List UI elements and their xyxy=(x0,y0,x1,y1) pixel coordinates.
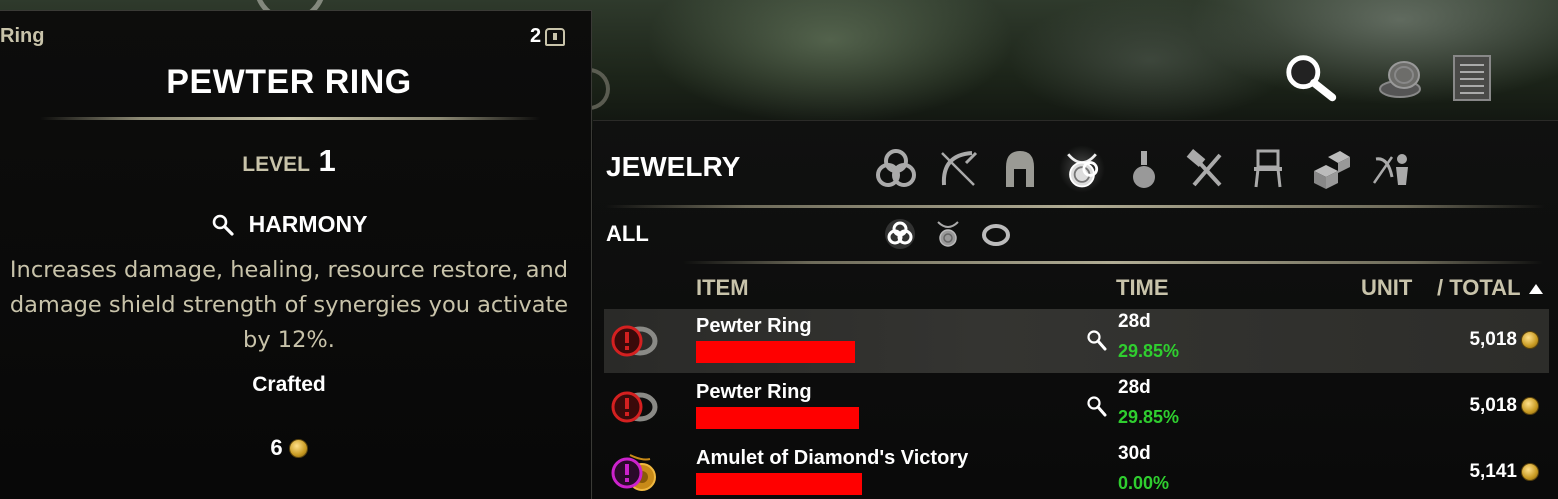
subcategory-necklace-button[interactable] xyxy=(931,217,965,251)
total-price-amount: 5,018 xyxy=(1469,329,1517,350)
research-magnifier-icon xyxy=(212,214,234,236)
companion-icon xyxy=(1372,154,1408,185)
trait-header: HARMONY xyxy=(0,211,578,238)
crafted-label: Crafted xyxy=(252,373,326,396)
time-remaining: 28d xyxy=(1118,311,1151,332)
item-level: LEVEL 1 xyxy=(0,143,578,179)
gold-coin-icon xyxy=(1521,331,1539,349)
total-price: 5,018 xyxy=(1469,395,1539,417)
subcategory-divider xyxy=(683,261,1543,264)
jewelry-icon xyxy=(1067,153,1099,188)
trait-name: HARMONY xyxy=(248,211,368,237)
gold-coin-icon xyxy=(1521,463,1539,481)
guild-store-panel: JEWELRY ALL ITEM TIME UNIT / TOTAL Pewte… xyxy=(593,120,1558,499)
subcategory-title: ALL xyxy=(606,221,649,246)
level-value: 1 xyxy=(318,143,336,178)
category-armor-button[interactable] xyxy=(997,145,1043,193)
sort-ascending-icon xyxy=(1528,284,1543,295)
listing-row[interactable]: Pewter Ring 28d 29.85% 5,018 xyxy=(604,375,1549,439)
title-divider xyxy=(40,117,540,120)
crafting-tools-icon xyxy=(1186,149,1222,187)
item-type: Ring xyxy=(0,25,45,47)
seller-name-redacted xyxy=(696,473,862,495)
item-name: Pewter Ring xyxy=(696,315,812,337)
listing-row[interactable]: Amulet of Diamond's Victory 30d 0.00% 5,… xyxy=(604,441,1549,499)
store-mode-bar xyxy=(1282,50,1512,110)
seller-name-redacted xyxy=(696,341,855,363)
item-title: PEWTER RING xyxy=(166,63,412,101)
item-tooltip: Ring 2 PEWTER RING LEVEL 1 HARMONY Incre… xyxy=(0,10,592,499)
percent-value: 29.85% xyxy=(1118,341,1180,361)
category-furnishing-button[interactable] xyxy=(1245,145,1291,193)
total-price-amount: 5,018 xyxy=(1469,395,1517,416)
ring-icon xyxy=(982,224,1010,246)
research-magnifier-icon xyxy=(1087,396,1107,417)
category-title: JEWELRY xyxy=(606,151,741,182)
level-label: LEVEL xyxy=(242,153,310,176)
sell-mode-button[interactable] xyxy=(1370,50,1430,106)
search-icon xyxy=(1286,55,1337,102)
all-items-icon xyxy=(876,149,916,187)
item-name: Pewter Ring xyxy=(696,381,812,403)
total-price: 5,141 xyxy=(1469,461,1539,483)
gold-coin-icon xyxy=(288,438,308,458)
subcategory-filter-bar xyxy=(883,217,1013,251)
subcategory-ring-button[interactable] xyxy=(979,217,1013,251)
research-magnifier-icon xyxy=(1087,330,1107,351)
amulet-warning-icon xyxy=(611,454,656,491)
crates-icon xyxy=(1314,151,1350,189)
item-value: 6 xyxy=(0,435,578,461)
seller-name-redacted xyxy=(696,407,859,429)
item-value-amount: 6 xyxy=(270,435,283,460)
helmet-icon xyxy=(1006,151,1034,187)
listings-icon xyxy=(1453,55,1491,101)
potion-icon xyxy=(1133,151,1155,188)
ring-warning-icon xyxy=(611,325,658,357)
stack-count-value: 2 xyxy=(530,25,542,47)
ring-warning-icon xyxy=(611,391,658,423)
column-time[interactable]: TIME xyxy=(1116,275,1169,301)
time-remaining: 28d xyxy=(1118,377,1151,398)
all-jewelry-icon xyxy=(885,219,915,249)
trait-description: Increases damage, healing, resource rest… xyxy=(9,257,569,353)
column-total-label: / TOTAL xyxy=(1437,275,1521,300)
category-divider xyxy=(605,205,1545,208)
column-unit[interactable]: UNIT xyxy=(1361,275,1412,301)
coin-stack-icon xyxy=(1379,61,1421,98)
gold-coin-icon xyxy=(1521,397,1539,415)
listings-mode-button[interactable] xyxy=(1442,50,1502,106)
listing-row[interactable]: Pewter Ring 28d 29.85% 5,018 xyxy=(604,309,1549,373)
time-remaining: 30d xyxy=(1118,443,1151,464)
category-weapons-button[interactable] xyxy=(935,145,981,193)
bank-chest-icon xyxy=(545,27,566,46)
stack-count: 2 xyxy=(530,25,566,48)
column-total[interactable]: / TOTAL xyxy=(1437,275,1543,301)
category-filter-bar xyxy=(873,145,1415,193)
subcategory-all-button[interactable] xyxy=(883,217,917,251)
category-materials-button[interactable] xyxy=(1183,145,1229,193)
category-jewelry-button[interactable] xyxy=(1059,145,1105,193)
total-price: 5,018 xyxy=(1469,329,1539,351)
category-consumables-button[interactable] xyxy=(1121,145,1167,193)
search-mode-button[interactable] xyxy=(1282,50,1342,106)
percent-value: 0.00% xyxy=(1118,473,1170,493)
category-misc-button[interactable] xyxy=(1307,145,1353,193)
total-price-amount: 5,141 xyxy=(1469,461,1517,482)
necklace-icon xyxy=(937,221,959,247)
column-item[interactable]: ITEM xyxy=(696,275,749,301)
category-all-button[interactable] xyxy=(873,145,919,193)
category-companion-button[interactable] xyxy=(1369,145,1415,193)
percent-value: 29.85% xyxy=(1118,407,1180,427)
chair-icon xyxy=(1254,149,1282,188)
bow-icon xyxy=(941,151,978,186)
item-name: Amulet of Diamond's Victory xyxy=(696,447,969,469)
